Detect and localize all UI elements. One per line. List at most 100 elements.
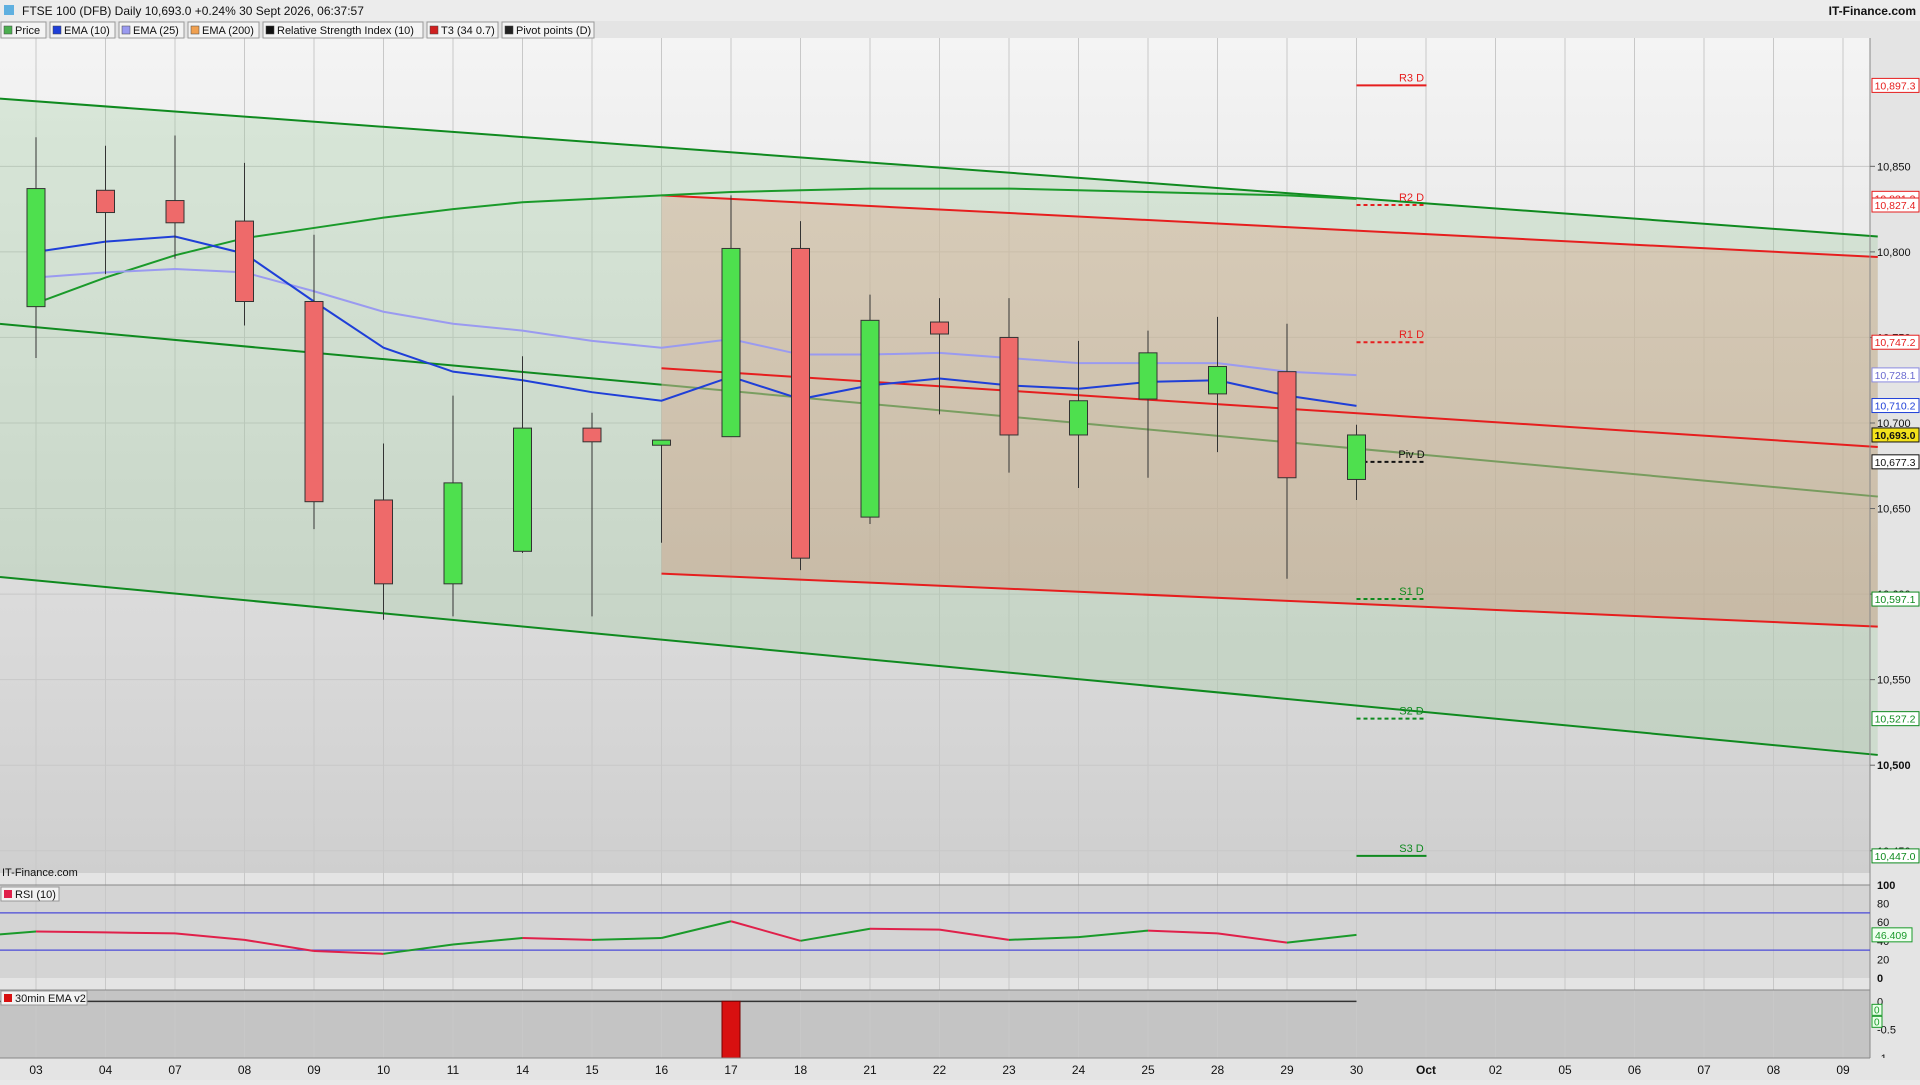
legend-label: EMA (200) (202, 25, 254, 37)
price-label-value: 10,897.3 (1875, 80, 1916, 92)
price-tick-label: 10,850 (1877, 161, 1911, 173)
legend-color-icon (504, 25, 514, 35)
x-tick-label: 07 (168, 1063, 182, 1077)
x-tick-label: 09 (307, 1063, 321, 1077)
price-label-tag: 10,710.2 (1871, 398, 1920, 414)
price-label-tag: 10,527.2 (1871, 711, 1920, 727)
price-label-tag: 10,728.1 (1871, 367, 1920, 383)
x-tick-label: 28 (1211, 1063, 1225, 1077)
ema30-panel-background (0, 990, 1870, 1058)
price-label-tag: 10,677.3 (1871, 454, 1920, 470)
candle-body-down (235, 220, 254, 303)
channel-red (661, 194, 1878, 628)
candle-body-up (26, 188, 46, 308)
legend-label: EMA (10) (64, 25, 110, 37)
x-axis: 03 04 07 08 09 10 11 14 15 16 17 18 21 22 23 24 25 28 29 30… (0, 1057, 1920, 1080)
x-tick-label: 10 (377, 1063, 391, 1077)
legend-color-icon (429, 25, 439, 35)
legend-item: T3 (34 0.7) (426, 21, 499, 39)
price-label-value: 10,710.2 (1875, 401, 1916, 413)
pivot-label: R1 D (1399, 329, 1424, 341)
price-label-value: 10,827.4 (1875, 200, 1916, 212)
app-icon (4, 5, 14, 15)
price-label-tag: 10,747.2 (1871, 334, 1920, 350)
price-label-tag: 10,597.1 (1871, 591, 1920, 607)
x-tick-label: 02 (1489, 1063, 1503, 1077)
ema30-bar (721, 1000, 741, 1059)
rsi-line-segment (869, 927, 940, 931)
candle (791, 221, 810, 571)
candle-body-up (860, 319, 880, 518)
rsi-title-tag: RSI (10) (0, 886, 60, 902)
legend-label: Pivot points (D) (516, 25, 591, 37)
x-tick-label: 03 (29, 1063, 43, 1077)
rsi-tick-label: 20 (1877, 954, 1889, 966)
watermark-label: IT-Finance.com (2, 867, 78, 879)
x-tick-label: 07 (1697, 1063, 1711, 1077)
x-tick-label: 24 (1072, 1063, 1086, 1077)
legend-label: T3 (34 0.7) (441, 25, 495, 37)
candle-body-down (791, 247, 810, 559)
price-label-value: 10,597.1 (1875, 594, 1916, 606)
rsi-color-icon (4, 890, 12, 898)
legend-color-icon (190, 25, 200, 35)
x-tick-label: 08 (1767, 1063, 1781, 1077)
legend-label: EMA (25) (133, 25, 179, 37)
candle-body-up (1138, 352, 1158, 400)
pivot-label: R2 D (1399, 192, 1424, 204)
x-tick-label: 25 (1141, 1063, 1155, 1077)
x-tick-label: 16 (655, 1063, 669, 1077)
candle-body-up (721, 247, 741, 438)
price-label-tag: 10,447.0 (1871, 848, 1920, 864)
candle (860, 294, 880, 524)
legend-color-icon (121, 25, 131, 35)
candle-body-down (930, 321, 949, 335)
x-tick-label: 04 (99, 1063, 113, 1077)
pivot-label: Piv D (1398, 449, 1424, 461)
legend-item: Relative Strength Index (10) (262, 21, 424, 39)
candle-body-up (652, 439, 671, 446)
price-label-value: 10,747.2 (1875, 337, 1916, 349)
candle-body-up (1208, 366, 1227, 395)
candle-body-up (443, 482, 463, 585)
price-label-value: 10,447.0 (1875, 851, 1916, 863)
candle-body-down (374, 499, 393, 585)
legend: Price EMA (10) EMA (25) EMA (200) Relative S… (0, 21, 595, 39)
candle-body-up (1347, 434, 1366, 480)
x-tick-label: 08 (238, 1063, 252, 1077)
legend-item: EMA (10) (49, 21, 116, 39)
ema30-value-label: 0 (1874, 1005, 1880, 1016)
candle-body-down (999, 336, 1019, 436)
x-tick-label: 22 (933, 1063, 947, 1077)
x-tick-label: 09 (1836, 1063, 1850, 1077)
pivot-label: S2 D (1399, 706, 1424, 718)
ema30-value-label: 0 (1874, 1017, 1880, 1028)
brand-label: IT-Finance.com (1829, 4, 1916, 18)
legend-color-icon (3, 25, 13, 35)
price-label-value: 10,693.0 (1875, 430, 1916, 442)
ema30-title: 30min EMA v2 (15, 993, 86, 1005)
price-label-tag: 10,897.3 (1871, 77, 1920, 93)
rsi-value-label: 46.409 (1875, 930, 1907, 942)
legend-color-icon (52, 25, 62, 35)
candle-body-down (1277, 371, 1297, 479)
rsi-tick-label: 0 (1877, 973, 1883, 985)
price-tick-label: 10,800 (1877, 247, 1911, 259)
candle-body-down (165, 200, 185, 224)
chart-title: FTSE 100 (DFB) Daily 10,693.0 +0.24% 30 … (22, 4, 364, 18)
x-tick-label: 18 (794, 1063, 808, 1077)
x-tick-label: Oct (1416, 1063, 1436, 1077)
chart-root: R3 D R2 D R1 D Piv D S1 D S2 D S3 D 10,850 10,80… (0, 0, 1920, 1080)
candle-body-up (513, 427, 532, 552)
x-tick-label: 15 (585, 1063, 599, 1077)
pivot-label: S1 D (1399, 586, 1424, 598)
x-tick-label: 11 (447, 1063, 460, 1077)
candle-body-down (96, 189, 115, 214)
x-tick-label: 21 (863, 1063, 877, 1077)
price-label-value: 10,527.2 (1875, 714, 1916, 726)
rsi-line-segment (105, 931, 176, 935)
rsi-line-segment (35, 930, 106, 934)
price-label-value: 10,728.1 (1875, 370, 1916, 382)
rsi-tick-label: 100 (1877, 880, 1895, 892)
price-tick-label: 10,650 (1877, 504, 1911, 516)
